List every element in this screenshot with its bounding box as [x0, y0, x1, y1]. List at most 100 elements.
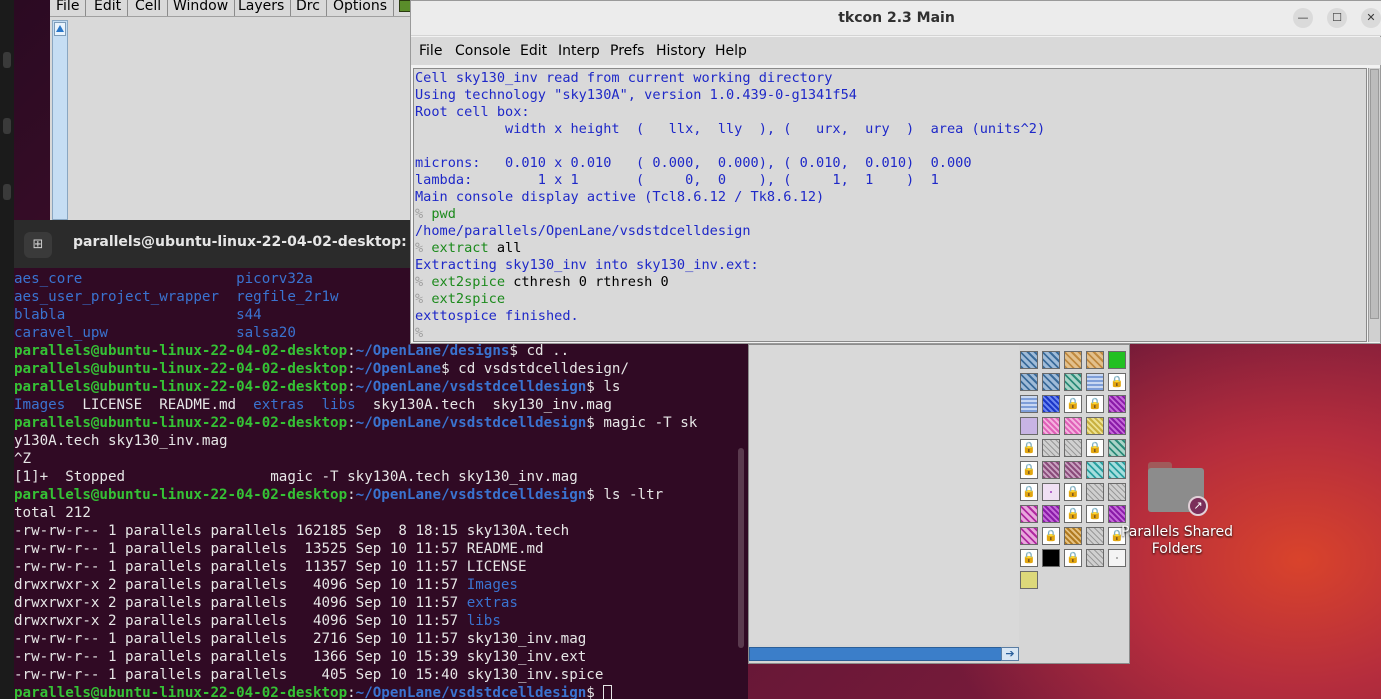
magic-menu-cell[interactable]: Cell: [129, 0, 169, 16]
tkcon-line: Root cell box:: [415, 104, 530, 121]
new-tab-icon[interactable]: ⊞: [24, 232, 52, 258]
layer-swatch[interactable]: [1086, 527, 1104, 545]
shared-folders-desktop-icon[interactable]: ↗ Parallels Shared Folders: [1118, 462, 1238, 562]
layer-swatch[interactable]: [1064, 461, 1082, 479]
terminal-text: total 212: [14, 505, 91, 521]
magic-layout-window: File Edit Cell Window Layers Drc Options: [50, 0, 420, 240]
magic-menu-layers[interactable]: Layers: [232, 0, 292, 16]
tkcon-console-output[interactable]: Cell sky130_inv read from current workin…: [413, 68, 1367, 342]
layer-swatch[interactable]: [1042, 351, 1060, 369]
terminal-text: ^Z: [14, 451, 32, 467]
tkcon-menu-history[interactable]: History: [656, 43, 706, 59]
terminal-text: :: [347, 685, 356, 699]
terminal-line: Images LICENSE README.md extras libs sky…: [14, 396, 612, 414]
layer-swatch[interactable]: [1020, 505, 1038, 523]
layer-swatch[interactable]: [1086, 461, 1104, 479]
terminal-scrollbar[interactable]: [738, 448, 744, 648]
minimize-icon[interactable]: —: [1293, 8, 1313, 28]
terminal-text: drwxrwxr-x 2 parallels parallels 4096 Se…: [14, 577, 467, 593]
layer-lock-icon[interactable]: 🔒: [1108, 373, 1126, 391]
tkcon-menu-console[interactable]: Console: [455, 43, 511, 59]
layer-swatch[interactable]: [1020, 373, 1038, 391]
layer-lock-icon[interactable]: 🔒: [1086, 439, 1104, 457]
terminal-text: ~/OpenLane: [355, 361, 442, 377]
terminal-line: -rw-rw-r-- 1 parallels parallels 2716 Se…: [14, 630, 586, 648]
terminal-line: drwxrwxr-x 2 parallels parallels 4096 Se…: [14, 612, 501, 630]
scroll-right-arrow-icon[interactable]: ➔: [1001, 647, 1019, 661]
layer-swatch[interactable]: [1064, 527, 1082, 545]
layer-swatch[interactable]: [1020, 417, 1038, 435]
scroll-up-arrow-icon[interactable]: [54, 22, 66, 36]
magic-menu-window[interactable]: Window: [167, 0, 236, 16]
layer-swatch[interactable]: [1086, 549, 1104, 567]
magic-menu-edit[interactable]: Edit: [88, 0, 129, 16]
terminal-text: LICENSE README.md: [65, 397, 254, 413]
magic-menu-file[interactable]: File: [50, 0, 87, 16]
tkcon-vertical-scrollbar[interactable]: [1368, 68, 1380, 342]
layer-lock-icon[interactable]: 🔒: [1020, 549, 1038, 567]
layer-swatch[interactable]: [1086, 417, 1104, 435]
close-icon[interactable]: ✕: [1361, 8, 1381, 28]
layer-lock-icon[interactable]: 🔒: [1020, 461, 1038, 479]
tkcon-text: %: [415, 325, 424, 341]
dock-app-icon[interactable]: [3, 118, 11, 134]
terminal-text: :: [347, 343, 356, 359]
layer-swatch[interactable]: [1086, 351, 1104, 369]
layer-swatch[interactable]: [1042, 439, 1060, 457]
tkcon-menu-help[interactable]: Help: [715, 43, 747, 59]
layer-lock-icon[interactable]: 🔒: [1086, 505, 1104, 523]
layer-swatch[interactable]: [1064, 373, 1082, 391]
layer-swatch[interactable]: [1042, 483, 1060, 501]
terminal-text: $: [586, 685, 604, 699]
layer-swatch[interactable]: [1042, 461, 1060, 479]
magic-horizontal-scrollbar[interactable]: [749, 647, 1017, 661]
terminal-text: y130A.tech sky130_inv.mag: [14, 433, 228, 449]
terminal-text: ~/OpenLane/vsdstdcelldesign: [355, 415, 587, 431]
layer-swatch[interactable]: [1042, 505, 1060, 523]
layer-lock-icon[interactable]: 🔒: [1042, 527, 1060, 545]
layer-swatch[interactable]: [1020, 527, 1038, 545]
layer-lock-icon[interactable]: 🔒: [1064, 395, 1082, 413]
layer-swatch[interactable]: [1042, 417, 1060, 435]
layer-swatch[interactable]: [1042, 373, 1060, 391]
layer-swatch[interactable]: [1064, 439, 1082, 457]
maximize-icon[interactable]: ☐: [1327, 8, 1347, 28]
layer-swatch[interactable]: [1108, 417, 1126, 435]
layer-swatch[interactable]: [1064, 351, 1082, 369]
tkcon-menu-file[interactable]: File: [419, 43, 442, 59]
layer-swatch[interactable]: [1042, 395, 1060, 413]
terminal-text: ~/OpenLane/vsdstdcelldesign: [355, 379, 587, 395]
terminal-text: :: [347, 361, 356, 377]
layer-lock-icon[interactable]: 🔒: [1086, 395, 1104, 413]
layer-swatch[interactable]: [1108, 351, 1126, 369]
magic-menu-drc[interactable]: Drc: [290, 0, 327, 16]
magic-vertical-scrollbar[interactable]: [52, 20, 68, 220]
layer-lock-icon[interactable]: 🔒: [1020, 483, 1038, 501]
layer-lock-icon[interactable]: 🔒: [1020, 439, 1038, 457]
terminal-text: ~/OpenLane/vsdstdcelldesign: [355, 487, 587, 503]
layer-swatch[interactable]: [1086, 483, 1104, 501]
layer-lock-icon[interactable]: 🔒: [1064, 505, 1082, 523]
layer-swatch[interactable]: [1064, 417, 1082, 435]
tkcon-menu-interp[interactable]: Interp: [558, 43, 600, 59]
terminal-text: sky130A.tech sky130_inv.mag: [355, 397, 612, 413]
layer-swatch[interactable]: [1042, 549, 1060, 567]
layer-lock-icon[interactable]: 🔒: [1064, 549, 1082, 567]
tkcon-text: %: [415, 240, 432, 256]
magic-menu-options[interactable]: Options: [327, 0, 395, 16]
layer-swatch[interactable]: [1108, 439, 1126, 457]
layer-swatch[interactable]: [1108, 395, 1126, 413]
dock-app-icon[interactable]: [3, 184, 11, 200]
dock-app-icon[interactable]: [3, 52, 11, 68]
layer-swatch[interactable]: [1086, 373, 1104, 391]
terminal-cursor: [603, 685, 613, 699]
layer-swatch[interactable]: [1020, 395, 1038, 413]
tkcon-menu-edit[interactable]: Edit: [520, 43, 547, 59]
magic-canvas-area[interactable]: [749, 345, 1019, 645]
terminal-text: $ cd vsdstdcelldesign/: [441, 361, 630, 377]
tkcon-menu-prefs[interactable]: Prefs: [610, 43, 644, 59]
layer-swatch[interactable]: [1020, 351, 1038, 369]
tkcon-scroll-thumb[interactable]: [1370, 69, 1379, 319]
layer-swatch[interactable]: [1020, 571, 1038, 589]
layer-lock-icon[interactable]: 🔒: [1064, 483, 1082, 501]
